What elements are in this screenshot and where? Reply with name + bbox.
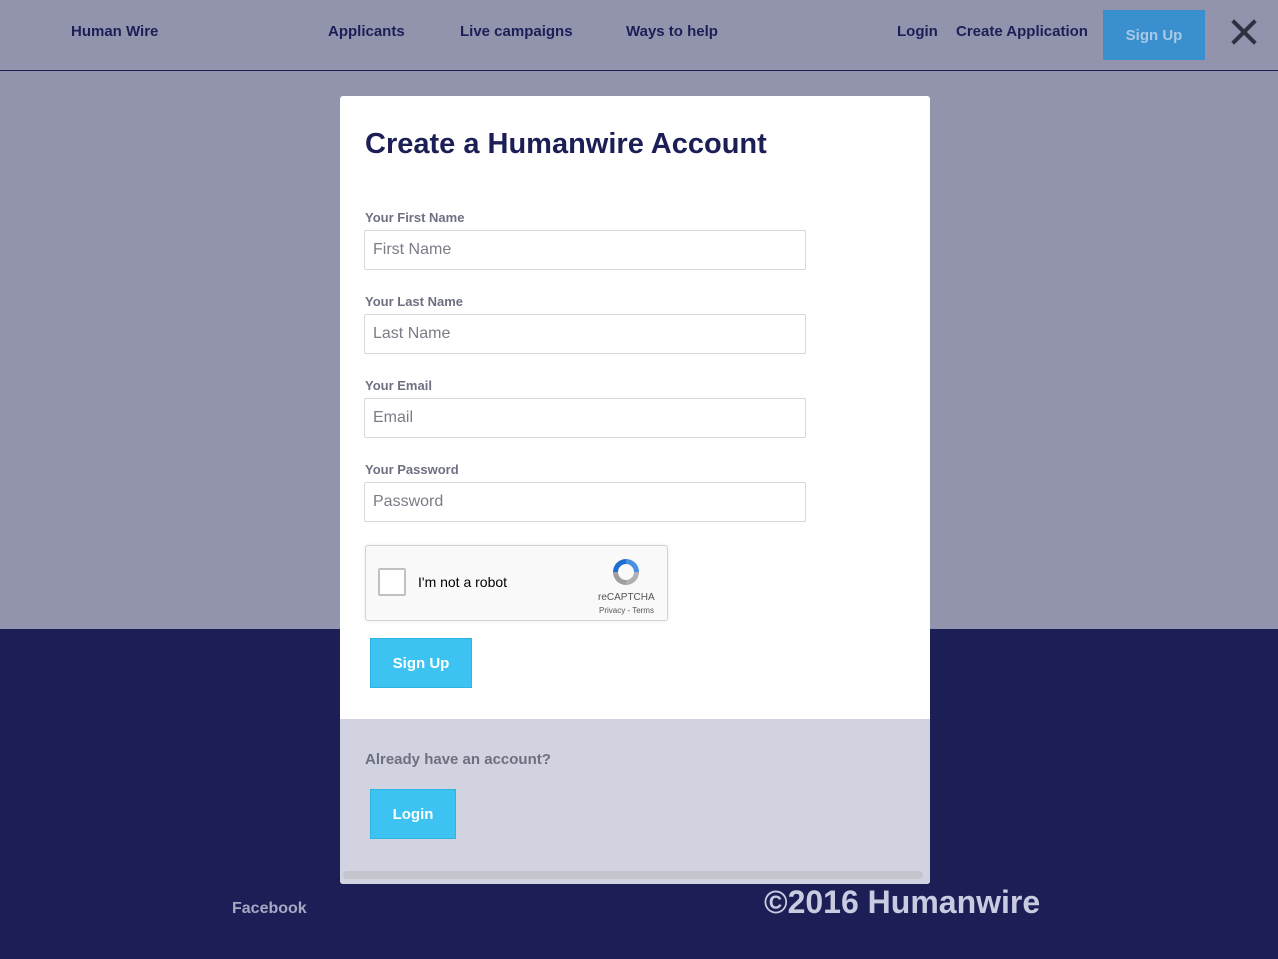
login-button[interactable]: Login [370, 789, 456, 839]
email-input[interactable] [364, 398, 806, 438]
horizontal-scrollbar[interactable] [343, 871, 923, 879]
nav-signup-button[interactable]: Sign Up [1103, 10, 1205, 60]
recaptcha-brand: reCAPTCHA [598, 592, 655, 603]
top-nav: Human Wire Applicants Live campaigns Way… [0, 0, 1278, 71]
recaptcha-checkbox[interactable] [378, 568, 406, 596]
last-name-label: Your Last Name [365, 294, 464, 309]
nav-create-application[interactable]: Create Application [956, 23, 1088, 40]
facebook-link[interactable]: Facebook [232, 900, 307, 918]
nav-applicants[interactable]: Applicants [328, 23, 405, 40]
nav-ways-to-help[interactable]: Ways to help [626, 23, 718, 40]
first-name-input[interactable] [364, 230, 806, 270]
recaptcha-privacy-terms[interactable]: Privacy - Terms [599, 606, 654, 615]
signup-button[interactable]: Sign Up [370, 638, 472, 688]
brand-link[interactable]: Human Wire [71, 23, 158, 40]
email-label: Your Email [365, 378, 432, 393]
first-name-label: Your First Name [365, 210, 465, 225]
nav-login[interactable]: Login [897, 23, 938, 40]
recaptcha-logo-icon [613, 559, 639, 585]
password-label: Your Password [365, 462, 459, 477]
nav-live-campaigns[interactable]: Live campaigns [460, 23, 573, 40]
password-input[interactable] [364, 482, 806, 522]
signup-modal: Create a Humanwire Account Your First Na… [340, 96, 930, 884]
recaptcha-label: I'm not a robot [418, 574, 508, 590]
recaptcha-widget: I'm not a robot reCAPTCHA Privacy - Term… [365, 545, 668, 621]
already-account-text: Already have an account? [365, 751, 551, 768]
login-section: Already have an account? Login [340, 719, 930, 884]
copyright-text: ©2016 Humanwire [764, 884, 1041, 920]
close-icon[interactable] [1230, 18, 1258, 46]
modal-title: Create a Humanwire Account [365, 128, 767, 160]
last-name-input[interactable] [364, 314, 806, 354]
